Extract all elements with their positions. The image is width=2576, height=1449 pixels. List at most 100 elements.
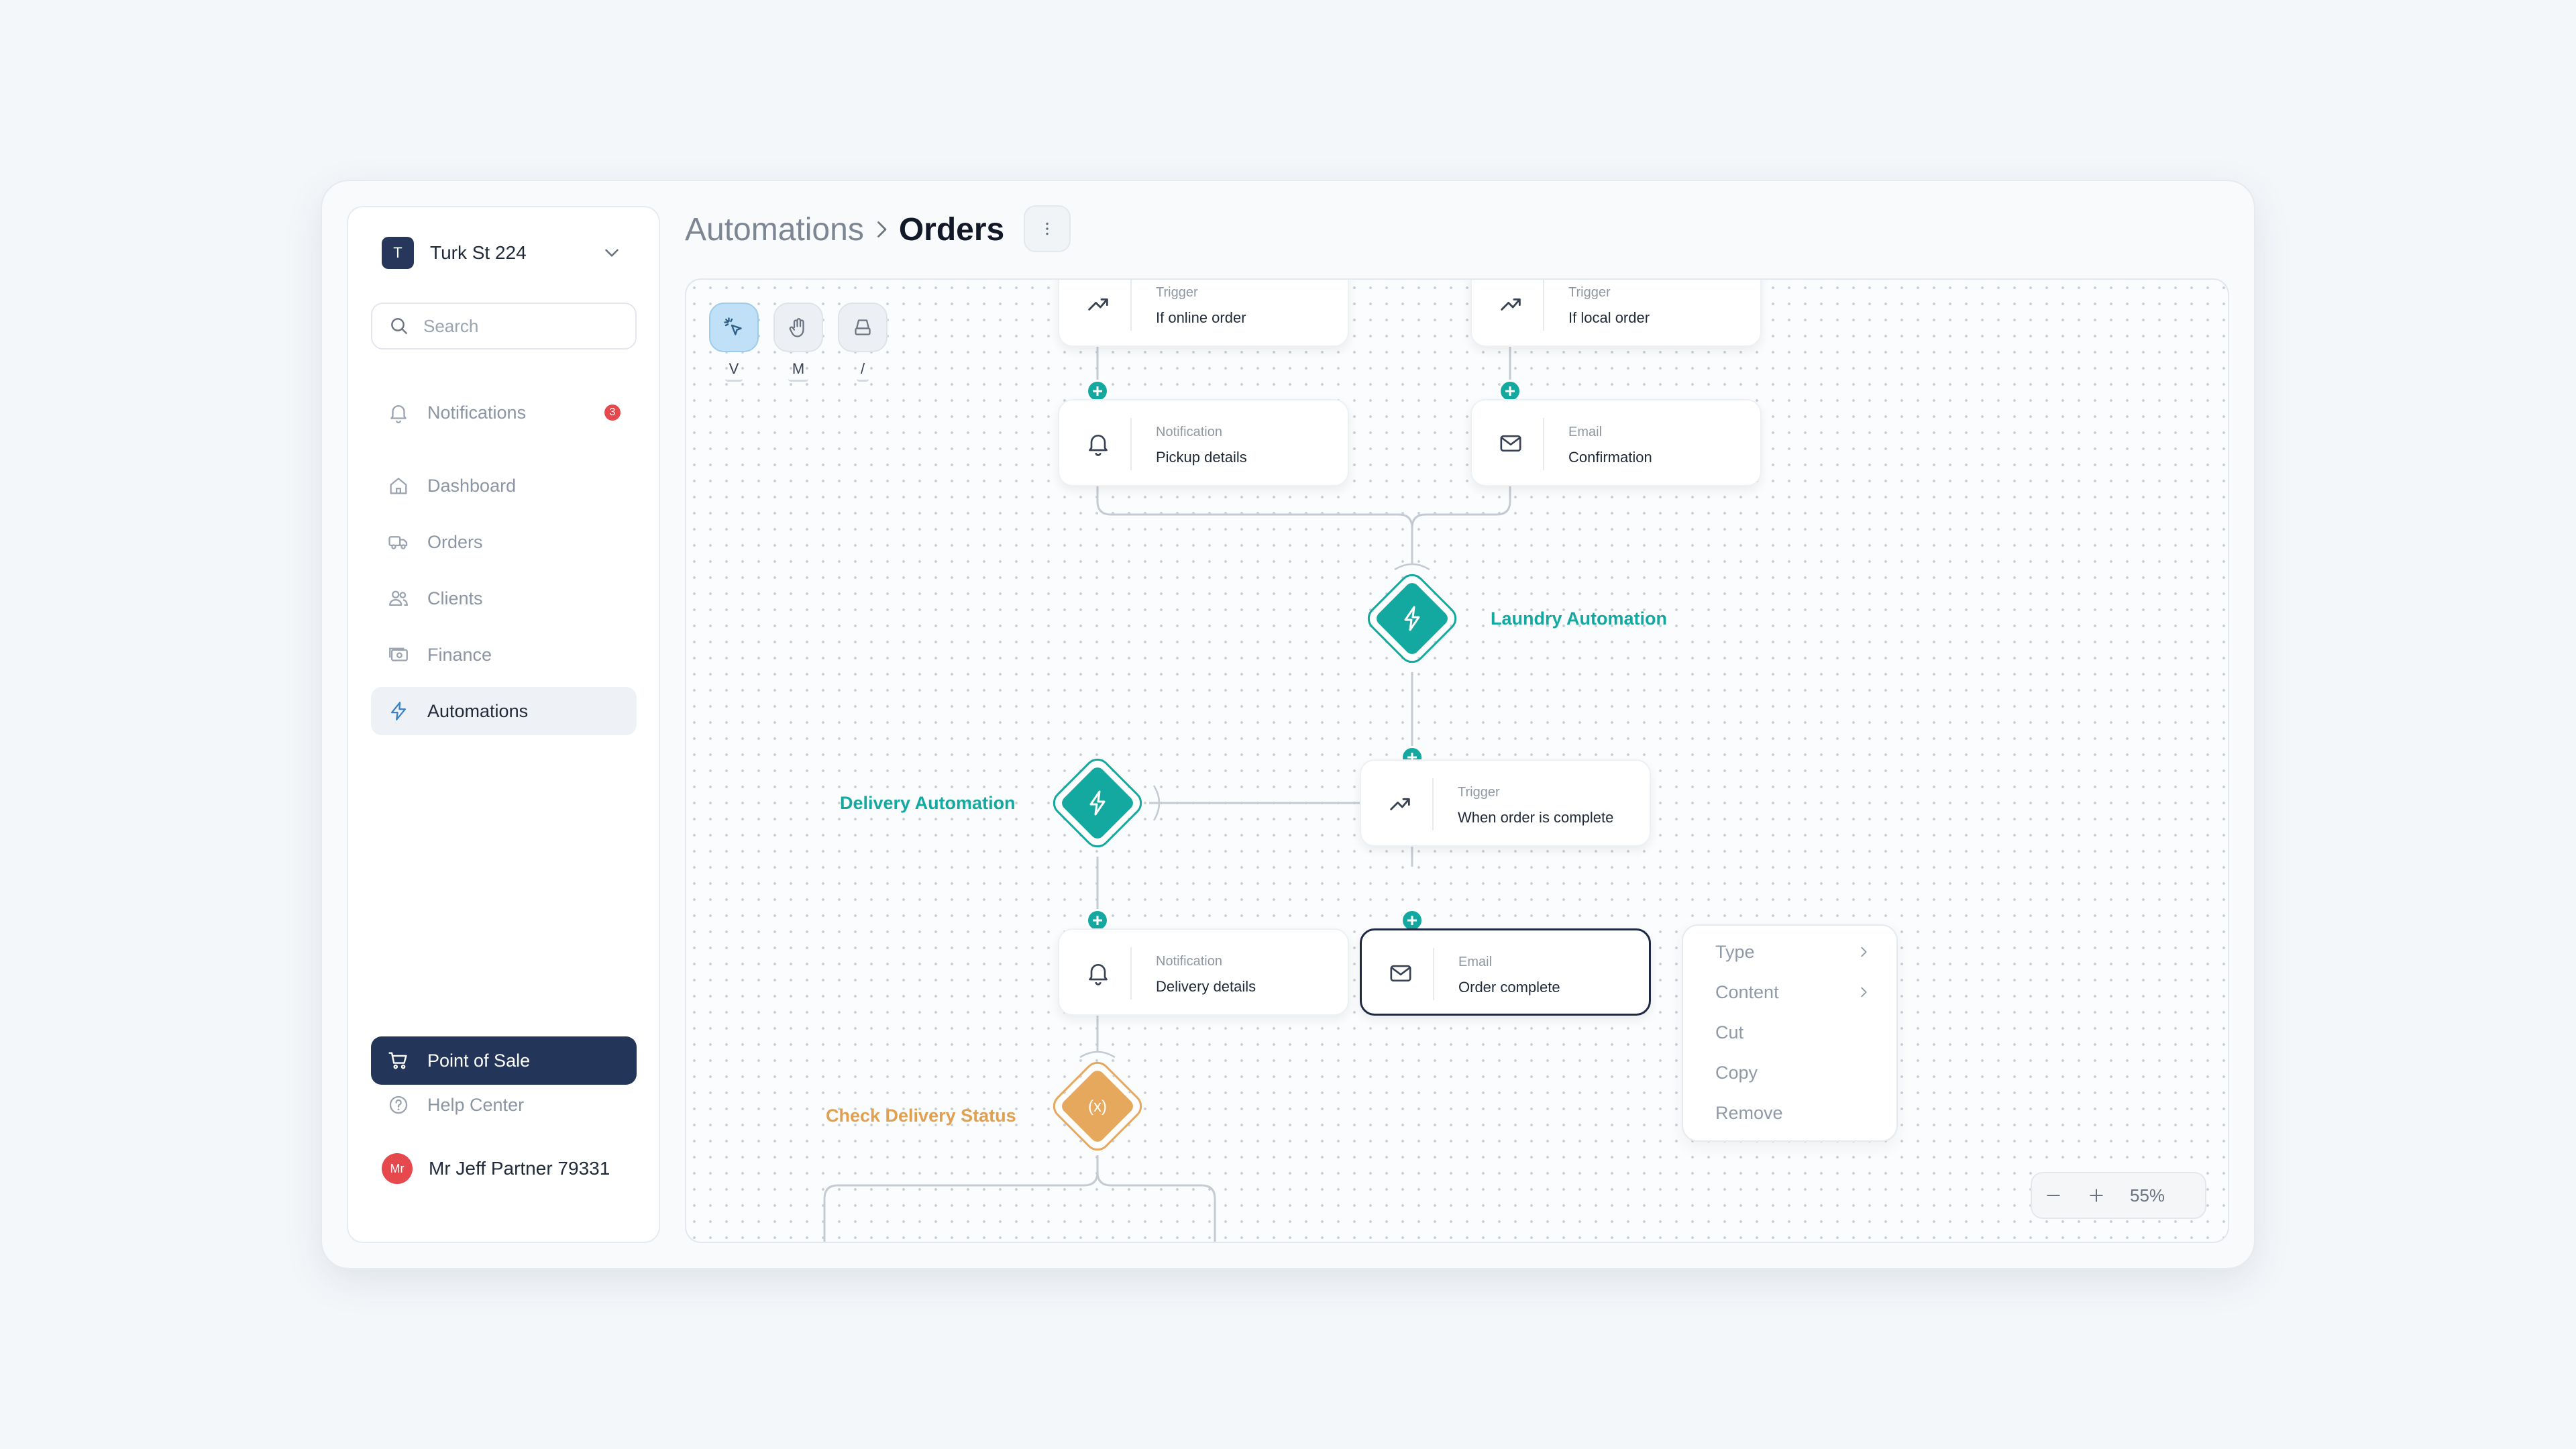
card-type: Trigger — [1458, 785, 1500, 800]
workspace-name: Turk St 224 — [430, 242, 527, 263]
card-text: Confirmation — [1568, 449, 1652, 466]
branch-failure-dot — [1192, 1242, 1211, 1243]
menu-item-remove[interactable]: Remove — [1715, 1103, 1783, 1124]
point-of-sale-button[interactable]: Point of Sale — [371, 1036, 637, 1085]
card-type: Notification — [1156, 954, 1222, 969]
chevron-right-icon — [1861, 987, 1867, 998]
notification-card-delivery[interactable]: Notification Delivery details — [1058, 928, 1349, 1016]
menu-item-copy[interactable]: Copy — [1715, 1063, 1758, 1083]
users-icon — [389, 590, 408, 606]
notification-card-pickup[interactable]: Notification Pickup details — [1058, 399, 1349, 486]
cart-icon — [388, 1052, 407, 1069]
automation-canvas[interactable]: V M / Trigger If online order Trigger If… — [685, 278, 2229, 1243]
search-icon — [391, 318, 407, 334]
help-center-link[interactable]: Help Center — [371, 1081, 637, 1129]
app-window: T Turk St 224 Notifications 3 Dashboard … — [322, 181, 2254, 1268]
sidebar: T Turk St 224 Notifications 3 Dashboard … — [347, 206, 660, 1243]
context-menu: Type Content Cut Copy Remove — [1682, 924, 1898, 1142]
card-divider — [1433, 948, 1434, 1000]
email-card-confirmation[interactable]: Email Confirmation — [1470, 399, 1762, 486]
trend-up-icon — [1501, 298, 1521, 311]
mail-icon — [1500, 435, 1521, 452]
sidebar-item-label: Clients — [427, 588, 483, 608]
trigger-card-order-complete[interactable]: Trigger When order is complete — [1360, 759, 1651, 847]
laundry-automation-node[interactable] — [1358, 565, 1466, 672]
breadcrumb-parent[interactable]: Automations — [685, 211, 864, 248]
cash-icon — [389, 647, 408, 661]
bolt-icon — [390, 702, 407, 720]
user-profile[interactable]: Mr Mr Jeff Partner 79331 — [382, 1148, 637, 1189]
select-tool-shortcut: V — [709, 360, 759, 382]
card-divider — [1432, 778, 1434, 830]
card-divider — [1130, 947, 1132, 1000]
help-icon — [389, 1095, 408, 1114]
eraser-tool-shortcut: / — [838, 360, 888, 382]
chevron-right-icon — [1861, 947, 1867, 957]
workspace-switcher[interactable]: T Turk St 224 — [382, 233, 623, 273]
card-type: Email — [1568, 425, 1603, 439]
email-card-order-complete[interactable]: Email Order complete — [1360, 928, 1651, 1016]
select-tool-button[interactable] — [709, 303, 759, 352]
trend-up-icon — [1390, 798, 1410, 810]
sidebar-item-label: Notifications — [427, 402, 527, 423]
more-options-button[interactable] — [1024, 205, 1071, 252]
sidebar-item-label: Automations — [427, 700, 529, 721]
sidebar-item-clients[interactable]: Clients — [371, 574, 637, 623]
trigger-card-online-order[interactable]: Trigger If online order — [1058, 280, 1349, 347]
card-type: Email — [1458, 955, 1493, 969]
zoom-out-button[interactable] — [2032, 1173, 2075, 1218]
laundry-automation-label: Laundry Automation — [1491, 608, 1667, 629]
chevron-down-icon — [605, 249, 619, 257]
card-divider — [1130, 418, 1132, 470]
menu-item-type[interactable]: Type — [1715, 942, 1755, 963]
search-field[interactable] — [371, 303, 637, 350]
zoom-in-button[interactable] — [2075, 1173, 2118, 1218]
breadcrumb: Automations Orders — [685, 209, 1004, 250]
home-icon — [390, 478, 407, 494]
hand-icon — [789, 318, 804, 337]
plus-icon — [2090, 1189, 2103, 1202]
pan-tool-shortcut: M — [773, 360, 823, 382]
card-divider — [1130, 280, 1132, 331]
bell-icon — [1089, 435, 1108, 456]
trend-up-icon — [1088, 298, 1108, 311]
branch-success-dot — [815, 1242, 834, 1243]
eraser-tool-button[interactable] — [838, 303, 888, 352]
help-center-label: Help Center — [427, 1094, 525, 1115]
check-delivery-status-node[interactable]: (x) — [1044, 1053, 1151, 1160]
sidebar-item-automations[interactable]: Automations — [371, 687, 637, 735]
sidebar-item-dashboard[interactable]: Dashboard — [371, 462, 637, 510]
trigger-card-local-order[interactable]: Trigger If local order — [1470, 280, 1762, 347]
card-divider — [1543, 280, 1544, 331]
sidebar-item-notifications[interactable]: Notifications 3 — [371, 388, 637, 437]
more-vertical-icon — [1046, 222, 1049, 235]
user-name: Mr Jeff Partner 79331 — [429, 1158, 610, 1179]
search-input[interactable] — [422, 315, 612, 337]
card-type: Notification — [1156, 425, 1222, 439]
card-text: Pickup details — [1156, 449, 1247, 466]
notification-count-badge: 3 — [604, 405, 621, 421]
zoom-level: 55% — [2130, 1185, 2165, 1205]
pan-tool-button[interactable] — [773, 303, 823, 352]
menu-item-cut[interactable]: Cut — [1715, 1022, 1743, 1043]
delivery-automation-node[interactable] — [1044, 749, 1151, 857]
mail-icon — [1390, 965, 1411, 982]
sidebar-item-label: Finance — [427, 644, 492, 665]
menu-item-content[interactable]: Content — [1715, 982, 1779, 1003]
card-text: When order is complete — [1458, 809, 1614, 826]
zoom-control: 55% — [2031, 1172, 2206, 1219]
avatar: Mr — [382, 1153, 413, 1184]
card-text: If local order — [1568, 309, 1650, 326]
sidebar-item-label: Orders — [427, 531, 483, 552]
card-type: Trigger — [1568, 285, 1611, 300]
sidebar-item-orders[interactable]: Orders — [371, 518, 637, 566]
sidebar-item-finance[interactable]: Finance — [371, 631, 637, 679]
page-title: Orders — [898, 211, 1005, 248]
select-cursor-icon — [724, 317, 742, 335]
eraser-icon — [855, 319, 871, 335]
truck-icon — [388, 536, 408, 549]
bell-icon — [390, 405, 407, 423]
card-text: If online order — [1156, 309, 1246, 326]
card-divider — [1543, 418, 1544, 470]
bell-icon — [1089, 964, 1108, 985]
